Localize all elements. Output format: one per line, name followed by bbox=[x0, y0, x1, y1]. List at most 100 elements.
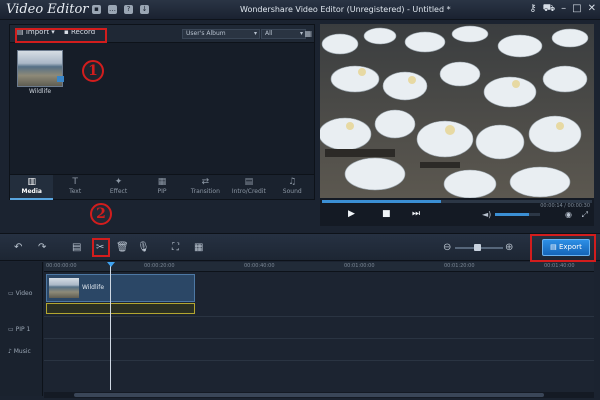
title-bar: Video Editor ▪ … ? ↓ Wondershare Video E… bbox=[0, 0, 600, 20]
track-label-video: ▭ Video bbox=[8, 290, 33, 297]
video-clip[interactable]: Wildlife bbox=[46, 274, 195, 302]
tab-label: PIP bbox=[157, 188, 167, 195]
cart-icon[interactable]: ⛟ bbox=[543, 3, 556, 16]
highlight-box-import bbox=[15, 28, 107, 43]
crop-icon[interactable]: ⛶ bbox=[172, 242, 179, 253]
tab-pip[interactable]: ▦ PIP bbox=[140, 175, 183, 200]
annotation-2: 2 bbox=[90, 203, 112, 225]
tab-label: Transition bbox=[190, 188, 220, 195]
undo-icon[interactable]: ↶ bbox=[14, 242, 22, 253]
clip-label: Wildlife bbox=[82, 284, 105, 291]
headphones-icon: ♫ bbox=[288, 177, 297, 187]
preview-image bbox=[320, 24, 594, 198]
timeline-ruler[interactable]: 00:00:00:00 00:00:20:00 00:00:40:00 00:0… bbox=[44, 262, 594, 272]
annotation-1: 1 bbox=[82, 60, 104, 82]
edit-icon[interactable]: ▤ bbox=[72, 242, 81, 253]
ruler-tick: 00:00:00:00 bbox=[46, 263, 77, 269]
time-display: 00:00:14 / 00:00:30 bbox=[540, 203, 590, 209]
tab-effect[interactable]: ✦ Effect bbox=[97, 175, 140, 200]
snapshot-icon[interactable]: ◉ bbox=[565, 210, 572, 219]
scrollbar-thumb[interactable] bbox=[74, 393, 544, 397]
volume-level bbox=[495, 213, 529, 216]
tab-transition[interactable]: ⇄ Transition bbox=[184, 175, 227, 200]
save-icon[interactable]: ▪ bbox=[92, 5, 101, 14]
timeline-tracks: Wildlife bbox=[44, 272, 594, 396]
timeline-toolbar: ↶ ↷ ▤ ✂ 🗑 🎙 ⛶ ▦ ⊖ ⊕ bbox=[0, 233, 600, 261]
media-thumbnail-wildlife[interactable] bbox=[17, 50, 64, 87]
next-frame-button[interactable]: ⏭ bbox=[412, 209, 420, 219]
grid-view-icon[interactable]: ▦ bbox=[304, 29, 312, 38]
media-label: Wildlife bbox=[28, 88, 52, 95]
tab-label: Effect bbox=[109, 188, 128, 195]
tab-label: Text bbox=[69, 188, 82, 195]
tab-label: Intro/Credit bbox=[231, 188, 266, 195]
player-controls: 00:00:14 / 00:00:30 ▶ ■ ⏭ ◄) ◉ ⤢ bbox=[320, 198, 594, 226]
minimize-icon[interactable]: – bbox=[561, 3, 566, 16]
chevron-down-icon: ▾ bbox=[253, 30, 257, 37]
track-divider bbox=[44, 338, 594, 339]
tab-label: Media bbox=[21, 188, 42, 195]
timeline-scrollbar[interactable] bbox=[44, 392, 594, 398]
ruler-tick: 00:00:40:00 bbox=[244, 263, 275, 269]
title-icon-group: ▪ … ? ↓ bbox=[92, 5, 149, 14]
video-badge-icon bbox=[57, 76, 64, 82]
stop-button[interactable]: ■ bbox=[382, 209, 391, 219]
tab-sound[interactable]: ♫ Sound bbox=[271, 175, 314, 200]
chat-icon[interactable]: … bbox=[108, 5, 117, 14]
text-icon: T bbox=[72, 177, 78, 187]
track-name: PIP 1 bbox=[15, 326, 31, 333]
album-value: User's Album bbox=[186, 30, 226, 37]
track-label-music: ♪ Music bbox=[8, 348, 31, 355]
seek-progress bbox=[322, 200, 441, 203]
window-title: Wondershare Video Editor (Unregistered) … bbox=[240, 5, 451, 14]
app-name: Video Editor bbox=[6, 2, 89, 17]
close-icon[interactable]: ✕ bbox=[588, 3, 596, 16]
filter-select[interactable]: All ▾ bbox=[261, 29, 306, 39]
volume-slider[interactable] bbox=[495, 213, 540, 216]
track-divider bbox=[44, 316, 594, 317]
volume-icon[interactable]: ◄) bbox=[482, 210, 491, 219]
fullscreen-icon[interactable]: ⤢ bbox=[582, 210, 588, 220]
track-label-pip: ▭ PIP 1 bbox=[8, 326, 31, 333]
split-screen-icon[interactable]: ▦ bbox=[194, 242, 203, 253]
preview-window bbox=[320, 24, 594, 198]
zoom-out-icon[interactable]: ⊖ bbox=[443, 242, 451, 253]
play-button[interactable]: ▶ bbox=[348, 209, 355, 219]
filter-value: All bbox=[265, 30, 273, 37]
transition-icon: ⇄ bbox=[201, 177, 210, 187]
highlight-box-cut bbox=[92, 238, 110, 257]
film-icon: ▥ bbox=[27, 177, 36, 187]
maximize-icon[interactable]: □ bbox=[572, 3, 581, 16]
album-select[interactable]: User's Album ▾ bbox=[182, 29, 260, 39]
intro-icon: ▤ bbox=[244, 177, 254, 187]
clip-thumbnail bbox=[49, 278, 79, 298]
tab-media[interactable]: ▥ Media bbox=[10, 175, 54, 200]
window-controls: ⚷ ⛟ – □ ✕ bbox=[529, 3, 596, 16]
playhead-marker[interactable] bbox=[107, 262, 115, 267]
track-divider bbox=[44, 360, 594, 361]
mode-tabs: ▥ Media T Text ✦ Effect ▦ PIP ⇄ Transition ▤ I… bbox=[10, 174, 314, 200]
redo-icon[interactable]: ↷ bbox=[38, 242, 46, 253]
zoom-in-icon[interactable]: ⊕ bbox=[505, 242, 513, 253]
track-name: Music bbox=[13, 348, 31, 355]
audio-clip[interactable] bbox=[46, 303, 195, 314]
zoom-knob[interactable] bbox=[474, 244, 481, 251]
microphone-icon[interactable]: 🎙 bbox=[137, 242, 150, 253]
delete-icon[interactable]: 🗑 bbox=[116, 242, 129, 253]
ruler-tick: 00:01:20:00 bbox=[444, 263, 475, 269]
ruler-tick: 00:01:40:00 bbox=[544, 263, 575, 269]
effect-icon: ✦ bbox=[114, 177, 123, 187]
ruler-tick: 00:00:20:00 bbox=[144, 263, 175, 269]
tab-label: Sound bbox=[282, 188, 302, 195]
ruler-tick: 00:01:00:00 bbox=[344, 263, 375, 269]
track-name: Video bbox=[15, 290, 33, 297]
playhead-line[interactable] bbox=[110, 262, 111, 390]
help-icon[interactable]: ? bbox=[124, 5, 133, 14]
pip-icon: ▦ bbox=[157, 177, 167, 187]
tab-intro-credit[interactable]: ▤ Intro/Credit bbox=[227, 175, 270, 200]
key-icon[interactable]: ⚷ bbox=[529, 3, 536, 16]
track-labels: ▭ Video ▭ PIP 1 ♪ Music bbox=[0, 262, 43, 396]
tab-text[interactable]: T Text bbox=[53, 175, 96, 200]
download-icon[interactable]: ↓ bbox=[140, 5, 149, 14]
media-library: ▤ Import ▾ ▪ Record User's Album ▾ All ▾ ▦… bbox=[9, 24, 315, 225]
